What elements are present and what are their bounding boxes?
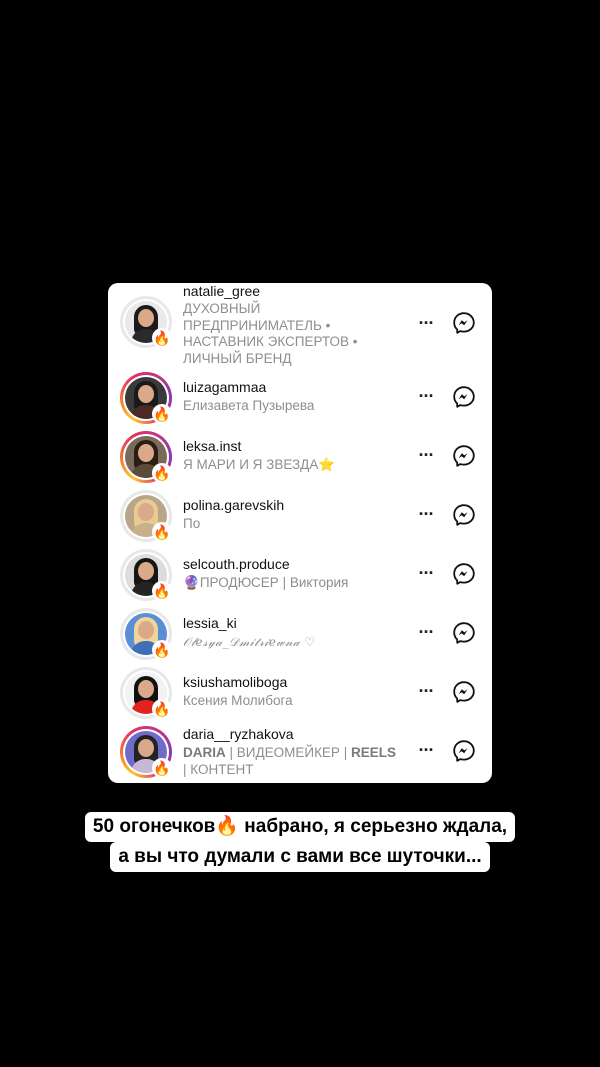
account-text: natalie_gree ДУХОВНЫЙ ПРЕДПРИНИМАТЕЛЬ • … (183, 283, 403, 367)
account-fullname: 🔮ПРОДЮСЕР | Виктория (183, 575, 349, 590)
more-options-button[interactable]: ··· (414, 741, 438, 763)
more-options-button[interactable]: ··· (414, 505, 438, 527)
avatar[interactable]: 🔥 (120, 296, 172, 348)
messenger-icon[interactable] (452, 680, 476, 704)
fire-icon: 🔥 (152, 581, 172, 601)
messenger-icon[interactable] (452, 562, 476, 586)
more-options-button[interactable]: ··· (414, 446, 438, 468)
account-fullname: Я МАРИ И Я ЗВЕЗДА⭐ (183, 457, 336, 472)
account-fullname: Елизавета Пузырева (183, 398, 315, 413)
account-text: lessia_ki 𝒪𝓁𝑒𝓈𝓎𝒶_𝒟𝓂𝒾𝓉𝓇𝒾𝑒𝓌𝓃𝒶 ♡ (183, 615, 403, 651)
account-row-daria-ryzhakova[interactable]: 🔥 daria__ryzhakova DARIA | ВИДЕОМЕЙКЕР |… (108, 723, 492, 783)
avatar[interactable]: 🔥 (120, 372, 172, 424)
account-row-leksa-inst[interactable]: 🔥 leksa.inst Я МАРИ И Я ЗВЕЗДА⭐ ··· (108, 428, 492, 487)
account-fullname: 𝒪𝓁𝑒𝓈𝓎𝒶_𝒟𝓂𝒾𝓉𝓇𝒾𝑒𝓌𝓃𝒶 ♡ (183, 635, 316, 649)
star-emoji: ⭐ (318, 457, 336, 472)
fire-icon: 🔥 (152, 640, 172, 660)
fire-icon: 🔥 (152, 463, 172, 483)
avatar[interactable]: 🔥 (120, 667, 172, 719)
fire-icon: 🔥 (152, 699, 172, 719)
fire-icon: 🔥 (152, 328, 172, 348)
account-bio: ДУХОВНЫЙ ПРЕДПРИНИМАТЕЛЬ • НАСТАВНИК ЭКС… (183, 301, 358, 366)
account-row-natalie-gree[interactable]: 🔥 natalie_gree ДУХОВНЫЙ ПРЕДПРИНИМАТЕЛЬ … (108, 283, 492, 369)
account-fullname: Ксения Молибога (183, 693, 293, 708)
more-options-button[interactable]: ··· (414, 387, 438, 409)
messenger-icon[interactable] (452, 503, 476, 527)
more-options-button[interactable]: ··· (414, 623, 438, 645)
username[interactable]: luizagammaa (183, 379, 403, 396)
fire-icon: 🔥 (152, 758, 172, 778)
fire-icon: 🔥 (152, 404, 172, 424)
avatar[interactable]: 🔥 (120, 608, 172, 660)
avatar[interactable]: 🔥 (120, 549, 172, 601)
account-row-ksiushamoliboga[interactable]: 🔥 ksiushamoliboga Ксения Молибога ··· (108, 664, 492, 723)
story-caption: 50 огонечков🔥 набрано, я серьезно ждала,… (0, 812, 600, 872)
messenger-icon[interactable] (452, 444, 476, 468)
messenger-icon[interactable] (452, 385, 476, 409)
account-row-luizagammaa[interactable]: 🔥 luizagammaa Елизавета Пузырева ··· (108, 369, 492, 428)
username[interactable]: daria__ryzhakova (183, 726, 403, 743)
crystal-ball-emoji: 🔮 (183, 575, 200, 590)
username[interactable]: natalie_gree (183, 283, 403, 300)
account-fullname: DARIA | ВИДЕОМЕЙКЕР | REELS | КОНТЕНТ (183, 745, 396, 777)
account-text: luizagammaa Елизавета Пузырева (183, 379, 403, 415)
username[interactable]: ksiushamoliboga (183, 674, 403, 691)
username[interactable]: selcouth.produce (183, 556, 403, 573)
avatar[interactable]: 🔥 (120, 726, 172, 778)
account-text: polina.garevskih По (183, 497, 403, 533)
username[interactable]: polina.garevskih (183, 497, 403, 514)
account-text: daria__ryzhakova DARIA | ВИДЕОМЕЙКЕР | R… (183, 726, 403, 778)
avatar[interactable]: 🔥 (120, 431, 172, 483)
account-row-selcouth-produce[interactable]: 🔥 selcouth.produce 🔮ПРОДЮСЕР | Виктория … (108, 546, 492, 605)
more-options-button[interactable]: ··· (414, 564, 438, 586)
more-options-button[interactable]: ··· (414, 314, 438, 336)
account-fullname: По (183, 516, 201, 531)
account-text: selcouth.produce 🔮ПРОДЮСЕР | Виктория (183, 556, 403, 592)
more-options-button[interactable]: ··· (414, 682, 438, 704)
username[interactable]: lessia_ki (183, 615, 403, 632)
account-text: ksiushamoliboga Ксения Молибога (183, 674, 403, 710)
avatar[interactable]: 🔥 (120, 490, 172, 542)
account-row-lessia-ki[interactable]: 🔥 lessia_ki 𝒪𝓁𝑒𝓈𝓎𝒶_𝒟𝓂𝒾𝓉𝓇𝒾𝑒𝓌𝓃𝒶 ♡ ··· (108, 605, 492, 664)
fire-icon: 🔥 (152, 522, 172, 542)
caption-line-2: а вы что думали с вами все шуточки... (110, 842, 490, 872)
caption-line-1: 50 огонечков🔥 набрано, я серьезно ждала, (84, 812, 516, 842)
account-row-polina-garevskih[interactable]: 🔥 polina.garevskih По ··· (108, 487, 492, 546)
messenger-icon[interactable] (452, 621, 476, 645)
account-text: leksa.inst Я МАРИ И Я ЗВЕЗДА⭐ (183, 438, 403, 474)
messenger-icon[interactable] (452, 739, 476, 763)
messenger-icon[interactable] (452, 311, 476, 335)
username[interactable]: leksa.inst (183, 438, 403, 455)
suggested-accounts-card: 🔥 natalie_gree ДУХОВНЫЙ ПРЕДПРИНИМАТЕЛЬ … (108, 283, 492, 783)
